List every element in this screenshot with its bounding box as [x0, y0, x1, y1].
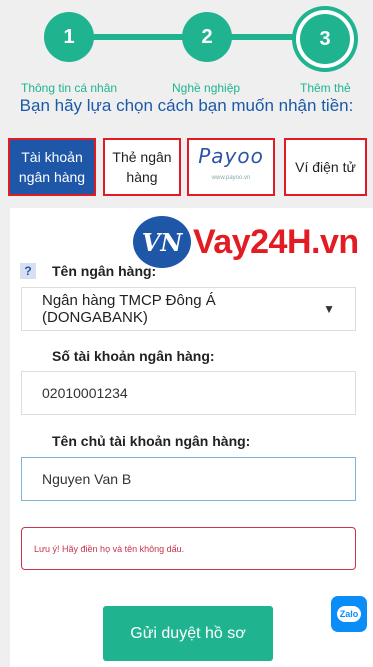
method-bank-account-label: Tài khoản ngân hàng [18, 149, 86, 185]
watermark-text: Vay24H.vn [193, 222, 359, 261]
watermark-badge: VN [133, 216, 191, 268]
step-2-label: Nghề nghiệp [172, 81, 241, 95]
step-connector-2-3 [228, 34, 308, 40]
zalo-chat-button[interactable]: Zalo [331, 596, 367, 632]
payoo-logo-text: Payoo [198, 144, 264, 168]
bank-name-value: Ngân hàng TMCP Đông Á (DONGABANK) [42, 292, 216, 326]
watermark-logo: VN Vay24H.vn [133, 216, 359, 268]
holder-name-label: Tên chủ tài khoản ngân hàng: [52, 433, 251, 449]
method-e-wallet[interactable]: Ví điện tử [284, 138, 367, 196]
step-3-circle[interactable]: 3 [300, 14, 350, 64]
bank-name-label: Tên ngân hàng: [52, 263, 157, 279]
step-3-label: Thêm thẻ [300, 81, 351, 95]
warning-notice: Lưu ý! Hãy điền họ và tên không dấu. [21, 527, 356, 570]
chevron-down-icon: ▼ [323, 302, 335, 316]
holder-name-value: Nguyen Van B [42, 471, 132, 487]
step-2-circle[interactable]: 2 [182, 12, 232, 62]
method-bank-account[interactable]: Tài khoản ngân hàng [8, 138, 96, 196]
help-icon[interactable]: ? [20, 263, 36, 279]
method-bank-card[interactable]: Thẻ ngân hàng [103, 138, 181, 196]
account-number-input[interactable]: 02010001234 [21, 371, 356, 415]
step-1-circle[interactable]: 1 [44, 12, 94, 62]
holder-name-input[interactable]: Nguyen Van B [21, 457, 356, 501]
account-number-value: 02010001234 [42, 385, 128, 401]
method-bank-card-label: Thẻ ngân hàng [112, 149, 172, 185]
payoo-logo: Payoo www.payoo.vn [198, 146, 264, 188]
method-e-wallet-label: Ví điện tử [295, 159, 356, 175]
step-connector-1-2 [90, 34, 190, 40]
step-1-label: Thông tin cá nhân [21, 81, 118, 95]
account-number-label: Số tài khoản ngân hàng: [52, 348, 215, 364]
bank-name-select[interactable]: Ngân hàng TMCP Đông Á (DONGABANK) ▼ [21, 287, 356, 331]
page-heading: Bạn hãy lựa chọn cách bạn muốn nhận tiền… [19, 96, 354, 115]
progress-stepper: 1 2 3 Thông tin cá nhân Nghề nghiệp Thêm… [0, 0, 373, 100]
payoo-logo-sub: www.payoo.vn [211, 175, 251, 181]
method-payoo[interactable]: Payoo www.payoo.vn [187, 138, 275, 196]
submit-application-button[interactable]: Gửi duyệt hồ sơ [103, 606, 273, 661]
warning-notice-text: Lưu ý! Hãy điền họ và tên không dấu. [34, 543, 185, 554]
zalo-icon: Zalo [336, 606, 362, 622]
